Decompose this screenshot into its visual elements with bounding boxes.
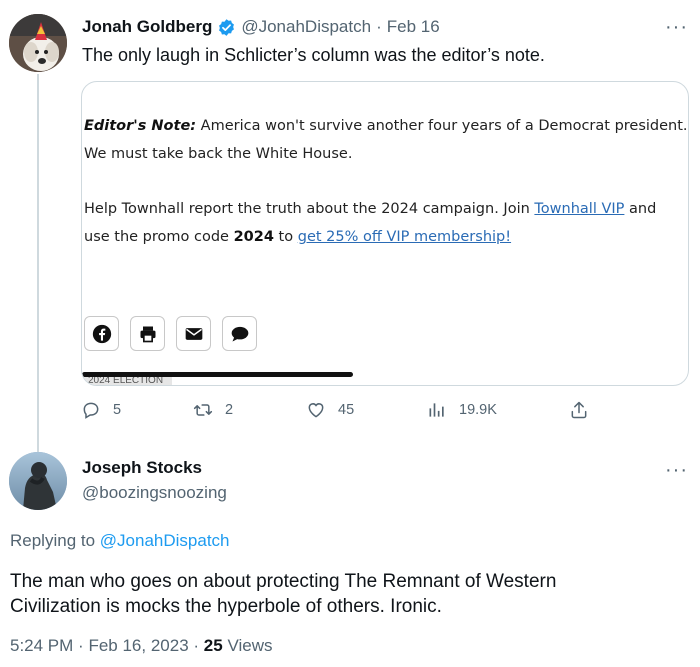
print-share-button [130, 316, 165, 351]
retweet-icon [193, 404, 213, 416]
tweet1-header: Jonah Goldberg @JonahDispatch · Feb 16 [82, 17, 440, 37]
facebook-share-button [84, 316, 119, 351]
promo-text-pre: use the promo code [84, 229, 234, 245]
tweet-text-line1: The man who goes on about protecting The… [10, 571, 557, 592]
analytics-icon [429, 403, 444, 417]
views-label: Views [227, 636, 273, 655]
reply-button[interactable]: 5 [81, 400, 121, 420]
replying-prefix: Replying to [10, 531, 100, 550]
author-handle[interactable]: @boozingsnoozing [82, 483, 227, 503]
tweet-text-line2: Civilization is mocks the hyperbole of o… [10, 596, 442, 617]
retweet-button[interactable]: 2 [193, 400, 233, 420]
embedded-image-card[interactable]: Editor's Note: America won't survive ano… [81, 81, 689, 386]
tweet-meta: 5:24 PM · Feb 16, 2023 · 25 Views [10, 636, 273, 656]
editors-note-line2: We must take back the White House. [84, 146, 353, 162]
share-button[interactable] [569, 400, 589, 420]
replying-to-mention[interactable]: @JonahDispatch [100, 531, 230, 550]
help-line2: use the promo code 2024 to get 25% off V… [84, 227, 511, 247]
editors-note-label: Editor's Note: [84, 118, 197, 134]
view-count: 19.9K [459, 402, 497, 418]
replying-to-line: Replying to @JonahDispatch [10, 531, 230, 551]
editors-note-line1: Editor's Note: America won't survive ano… [84, 116, 688, 136]
like-button[interactable]: 45 [306, 400, 354, 420]
help-line1: Help Townhall report the truth about the… [84, 199, 656, 219]
separator-dot: · [193, 636, 200, 655]
heart-icon [308, 403, 324, 418]
verified-badge-icon [219, 18, 235, 36]
tweet-time[interactable]: 5:24 PM [10, 636, 73, 655]
discount-link: get 25% off VIP membership! [297, 229, 512, 245]
share-buttons-row [84, 316, 257, 351]
avatar-jonah-goldberg[interactable] [9, 14, 67, 72]
tweet-text: The only laugh in Schlicter’s column was… [82, 45, 545, 65]
avatar-joseph-stocks[interactable] [9, 452, 67, 510]
scroll-progress-bar [82, 372, 353, 377]
help-text-pre: Help Townhall report the truth about the… [84, 201, 535, 217]
promo-text-mid: to [273, 229, 298, 245]
author-name[interactable]: Joseph Stocks [82, 458, 202, 478]
like-count: 45 [338, 402, 355, 418]
share-icon [571, 401, 587, 419]
print-icon [140, 326, 155, 342]
tweet-date[interactable]: Feb 16, 2023 [88, 636, 188, 655]
townhall-vip-link: Townhall VIP [534, 201, 625, 217]
author-name[interactable]: Jonah Goldberg [82, 17, 212, 37]
email-icon [185, 327, 202, 340]
separator-dot: · [78, 636, 84, 655]
views-count: 25 [203, 636, 223, 655]
promo-code: 2024 [233, 229, 274, 245]
editors-note-text: America won't survive another four years… [196, 118, 688, 134]
views-button[interactable]: 19.9K [427, 400, 497, 420]
tweet-date[interactable]: Feb 16 [387, 17, 440, 37]
help-text-mid: and [624, 201, 657, 217]
comment-share-button [222, 316, 257, 351]
separator-dot: · [376, 17, 382, 36]
reply-icon [83, 402, 99, 419]
comment-icon [231, 326, 248, 341]
tweet-action-bar: 5 2 45 19.9K [0, 400, 700, 424]
facebook-icon [92, 324, 111, 343]
more-options-icon[interactable]: ··· [665, 17, 688, 37]
email-share-button [176, 316, 211, 351]
reply-count: 5 [113, 402, 122, 418]
retweet-count: 2 [225, 402, 234, 418]
author-handle[interactable]: @JonahDispatch [241, 17, 371, 37]
tweet-text: The man who goes on about protecting The… [10, 569, 556, 619]
more-options-icon[interactable]: ··· [665, 460, 688, 480]
thread-connector-line [37, 74, 39, 454]
